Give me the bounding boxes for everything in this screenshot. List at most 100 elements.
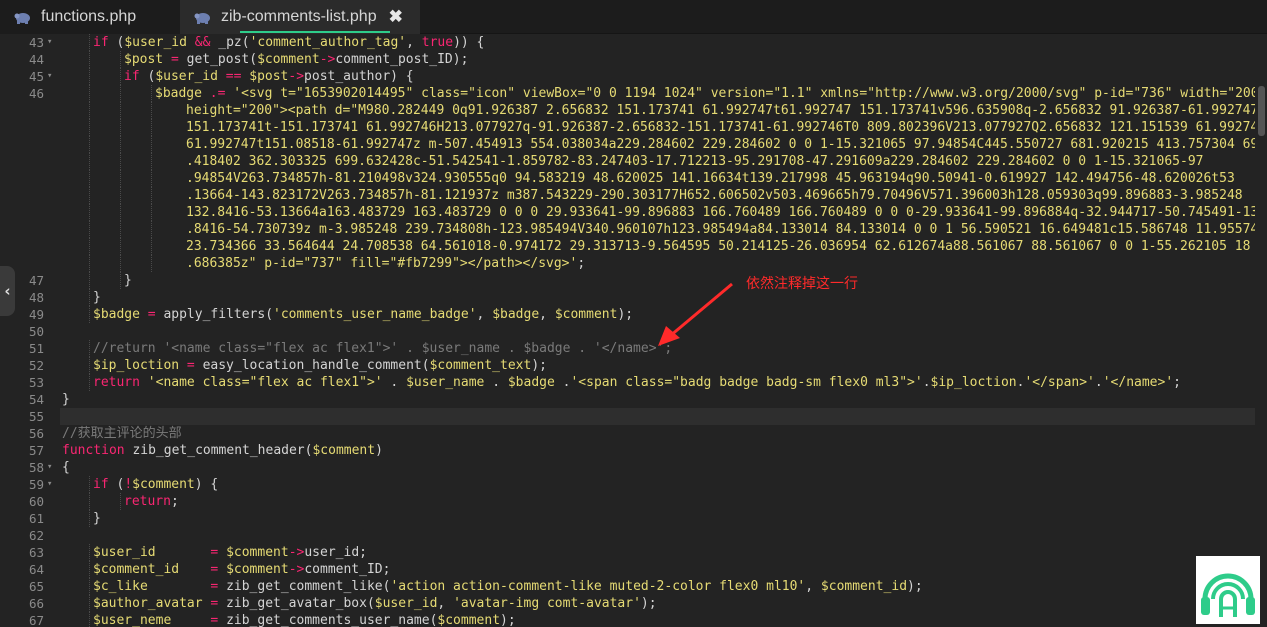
line-number: 65 xyxy=(28,579,44,594)
indent-guide xyxy=(151,85,152,102)
code-line[interactable]: if (!$comment) { xyxy=(93,476,218,493)
code-token: ( xyxy=(139,69,156,84)
code-line[interactable]: if ($user_id && _pz('comment_author_tag'… xyxy=(93,34,484,51)
code-line[interactable]: 151.173741t-151.173741 61.992746H213.077… xyxy=(186,119,1255,136)
code-line[interactable]: .686385z" p-id="737" fill="#fb7299"></pa… xyxy=(186,255,585,272)
code-token: ; xyxy=(577,256,586,271)
code-token: ! xyxy=(124,477,133,492)
code-token: height="200"><path d="M980.282449 0q91.9… xyxy=(186,103,1255,118)
code-line[interactable]: if ($user_id == $post->post_author) { xyxy=(124,68,414,85)
indent-guide xyxy=(120,119,121,136)
code-line[interactable]: function zib_get_comment_header($comment… xyxy=(62,442,383,459)
code-line[interactable]: height="200"><path d="M980.282449 0q91.9… xyxy=(186,102,1255,119)
fold-chevron-down-icon[interactable]: ▾ xyxy=(47,68,57,85)
code-token: $user_id xyxy=(124,35,187,50)
line-number: 58 xyxy=(28,460,44,475)
indent-guide xyxy=(89,510,90,527)
line-number xyxy=(0,136,44,153)
code-line[interactable]: //获取主评论的头部 xyxy=(62,425,182,442)
code-line[interactable]: return '<name class="flex ac flex1">' . … xyxy=(93,374,1181,391)
indent-guide xyxy=(151,221,152,238)
fold-chevron-down-icon[interactable]: ▾ xyxy=(47,476,57,493)
vertical-scrollbar[interactable] xyxy=(1255,34,1267,627)
code-token: '<svg t="1653902014495" class="icon" vie… xyxy=(233,86,1255,101)
code-token: $comment xyxy=(312,443,376,458)
indent-guide xyxy=(89,374,90,391)
code-token: //获取主评论的头部 xyxy=(62,426,182,441)
code-token: $comment_id xyxy=(820,579,908,594)
line-number: 61 xyxy=(28,511,44,526)
indent-guide xyxy=(120,238,121,255)
code-line[interactable]: 61.992747t151.08518-61.992747z m-507.454… xyxy=(186,136,1255,153)
fold-chevron-down-icon[interactable]: ▾ xyxy=(47,34,57,51)
code-line[interactable]: { xyxy=(62,459,70,476)
line-number: 60 xyxy=(28,494,44,509)
code-line[interactable]: //return '<name class="flex ac flex1">' … xyxy=(93,340,672,357)
code-line[interactable]: } xyxy=(93,510,101,527)
code-line[interactable]: } xyxy=(93,289,101,306)
indent-guide xyxy=(151,153,152,170)
tab-zib-comments-list-php[interactable]: zib-comments-list.php ✖ xyxy=(180,0,420,34)
code-line[interactable]: .8416-54.730739z m-3.985248 239.734808h-… xyxy=(186,221,1255,238)
sidebar-toggle-chevron-left-icon[interactable]: ‹ xyxy=(0,266,15,316)
code-token: if xyxy=(93,35,109,50)
code-line[interactable]: .94854V263.734857h-81.210498v324.930555q… xyxy=(186,170,1235,187)
code-line[interactable]: $badge = apply_filters('comments_user_na… xyxy=(93,306,633,323)
fold-chevron-down-icon[interactable]: ▾ xyxy=(47,459,57,476)
code-token: } xyxy=(62,392,70,407)
code-line[interactable]: 132.8416-53.13664a163.483729 163.483729 … xyxy=(186,204,1255,221)
indent-guide xyxy=(89,187,90,204)
code-token: $user_name xyxy=(406,375,485,390)
code-token: . xyxy=(484,375,508,390)
code-token: '<name class="flex ac flex1">' xyxy=(147,375,383,390)
code-line[interactable]: return; xyxy=(124,493,179,510)
code-token: -> xyxy=(288,545,305,560)
code-token: //return '<name class="flex ac flex1">' … xyxy=(93,341,673,356)
line-number xyxy=(0,153,44,170)
code-line[interactable]: .418402 362.303325 699.632428c-51.542541… xyxy=(186,153,1203,170)
code-line[interactable]: } xyxy=(62,391,70,408)
code-line[interactable]: 23.734366 33.564644 24.708538 64.561018-… xyxy=(186,238,1250,255)
code-line[interactable]: $badge .= '<svg t="1653902014495" class=… xyxy=(155,85,1255,102)
code-line[interactable]: $c_like = zib_get_comment_like('action a… xyxy=(93,578,923,595)
close-icon[interactable]: ✖ xyxy=(389,7,403,27)
code-line[interactable]: $user_id = $comment->user_id; xyxy=(93,544,367,561)
indent-guide xyxy=(89,68,90,85)
code-line[interactable]: $author_avatar = zib_get_avatar_box($use… xyxy=(93,595,657,612)
line-number: 59 xyxy=(28,477,44,492)
scrollbar-thumb[interactable] xyxy=(1258,86,1265,136)
line-number xyxy=(0,102,44,119)
code-token: $badge xyxy=(93,307,140,322)
indent-guide xyxy=(89,221,90,238)
code-token: ); xyxy=(531,358,547,373)
indent-guide xyxy=(89,255,90,272)
code-line[interactable]: .13664-143.823172V263.734857h-81.121937z… xyxy=(186,187,1243,204)
code-editor[interactable]: 43 ▾ 44 45 ▾ 46 47 48 49 50 51 52 53 54 55 56 57 58 ▾ 59 ▾ 60… xyxy=(0,34,1267,627)
code-line[interactable]: } xyxy=(124,272,132,289)
indent-guide xyxy=(120,204,121,221)
code-token: ( xyxy=(108,35,125,50)
indent-guide xyxy=(151,238,152,255)
code-token: $comment xyxy=(554,307,618,322)
code-token: '</span>' xyxy=(1024,375,1095,390)
code-line[interactable]: $post = get_post($comment->comment_post_… xyxy=(124,51,468,68)
code-line[interactable]: $user_neme = zib_get_comments_user_name(… xyxy=(93,612,516,627)
annotation-arrow-icon xyxy=(658,282,733,346)
code-token: , xyxy=(476,307,493,322)
code-token: comment_post_ID); xyxy=(335,52,469,67)
code-line[interactable]: $ip_loction = easy_location_handle_comme… xyxy=(93,357,547,374)
tab-functions-php[interactable]: functions.php xyxy=(0,0,180,34)
code-token: $badge xyxy=(492,307,540,322)
code-line[interactable]: $comment_id = $comment->comment_ID; xyxy=(93,561,390,578)
annotation-text: 依然注释掉这一行 xyxy=(746,276,858,292)
code-token: $user_neme xyxy=(93,613,172,627)
indent-guide xyxy=(151,187,152,204)
line-number: 46 xyxy=(28,86,44,101)
code-token: 132.8416-53.13664a163.483729 163.483729 … xyxy=(186,205,1255,220)
indent-guide xyxy=(89,102,90,119)
